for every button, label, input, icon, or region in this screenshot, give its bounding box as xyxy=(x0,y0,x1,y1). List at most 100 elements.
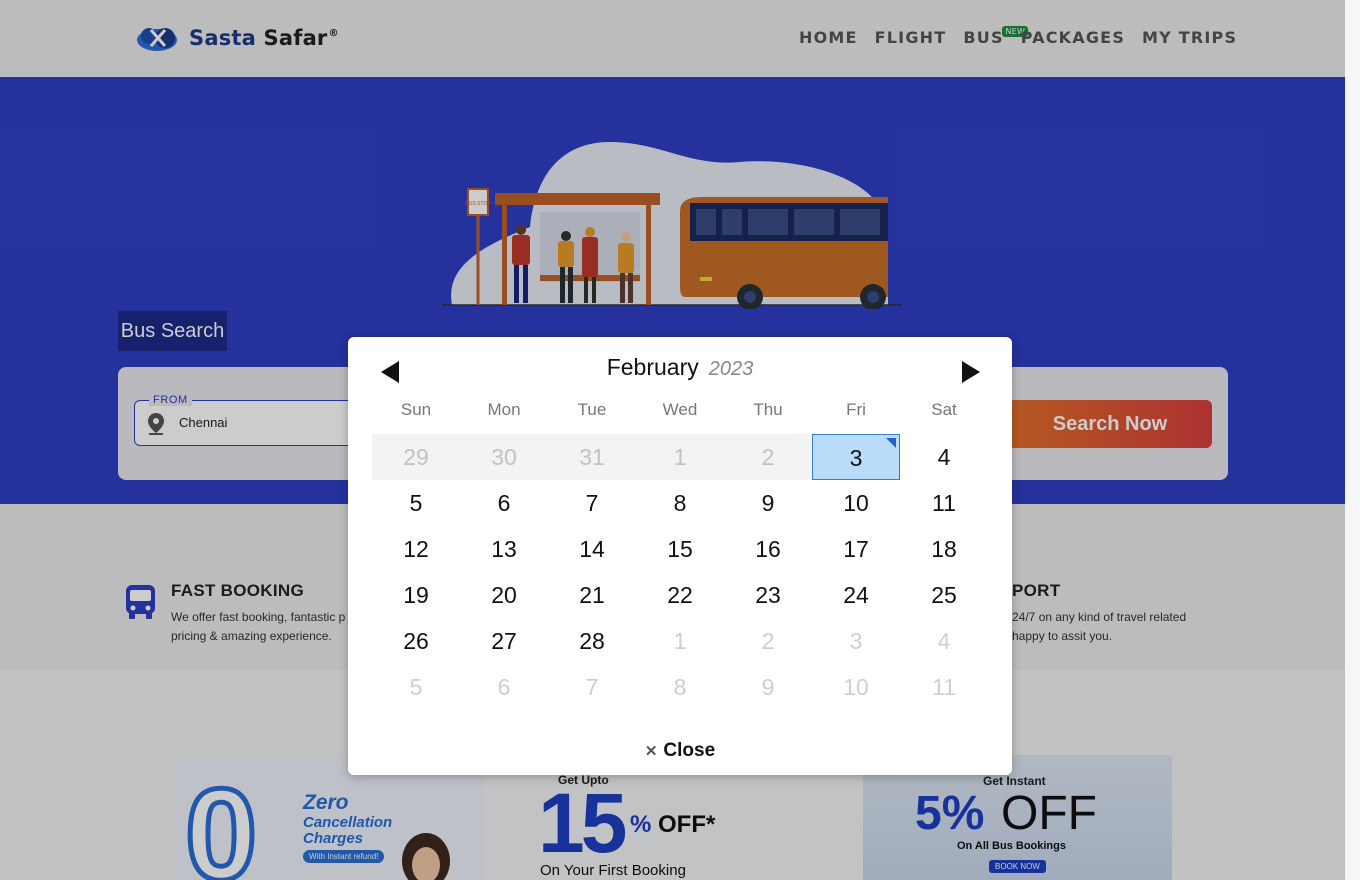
calendar-day-number: 7 xyxy=(585,490,599,516)
calendar-day[interactable]: 22 xyxy=(636,572,724,618)
calendar-day[interactable]: 23 xyxy=(724,572,812,618)
calendar-day-number: 4 xyxy=(937,628,951,654)
calendar-day-selected[interactable]: 3 xyxy=(812,434,900,480)
calendar-day[interactable]: 9 xyxy=(724,664,812,710)
calendar-day[interactable]: 3 xyxy=(812,618,900,664)
calendar-day[interactable]: 21 xyxy=(548,572,636,618)
calendar-day-number: 26 xyxy=(403,628,429,654)
calendar-day-number: 6 xyxy=(497,674,511,700)
calendar-day[interactable]: 18 xyxy=(900,526,988,572)
calendar-day-number: 10 xyxy=(843,674,869,700)
calendar-grid: 29 30 31 1 2 3 4 5 6 7 8 9 10 11 12 13 14 15 16 17 18 19 20 21 2… xyxy=(372,434,988,710)
calendar-day-number: 25 xyxy=(931,582,957,608)
calendar-day-number: 19 xyxy=(403,582,429,608)
calendar-day-number: 27 xyxy=(491,628,517,654)
calendar-day[interactable]: 4 xyxy=(900,618,988,664)
calendar-day-number: 15 xyxy=(667,536,693,562)
calendar-day-number: 5 xyxy=(409,490,423,516)
weekday-label: Mon xyxy=(487,400,521,419)
calendar-day-number: 30 xyxy=(491,444,517,470)
weekday-header: Sun Mon Tue Wed Thu Fri Sat xyxy=(372,400,988,420)
calendar-day[interactable]: 1 xyxy=(636,618,724,664)
calendar-day[interactable]: 6 xyxy=(460,664,548,710)
calendar-day[interactable]: 10 xyxy=(812,664,900,710)
calendar-day[interactable]: 13 xyxy=(460,526,548,572)
close-icon: ✕ xyxy=(644,743,658,760)
calendar-day-number: 18 xyxy=(931,536,957,562)
calendar-day-number: 11 xyxy=(932,490,956,516)
calendar-day: 31 xyxy=(548,434,636,480)
calendar-day-number: 8 xyxy=(673,674,687,700)
calendar-week: 29 30 31 1 2 3 4 xyxy=(372,434,988,480)
calendar-day[interactable]: 24 xyxy=(812,572,900,618)
calendar-day[interactable]: 2 xyxy=(724,618,812,664)
calendar-day-number: 9 xyxy=(761,674,775,700)
calendar-day-number: 11 xyxy=(932,674,956,700)
calendar-week: 5 6 7 8 9 10 11 xyxy=(372,664,988,710)
calendar-day[interactable]: 15 xyxy=(636,526,724,572)
calendar-day-number: 2 xyxy=(761,444,775,470)
calendar-day[interactable]: 7 xyxy=(548,480,636,526)
calendar-day-number: 5 xyxy=(409,674,423,700)
calendar-day-number: 4 xyxy=(937,444,951,470)
calendar-title: February 2023 xyxy=(348,354,1012,381)
calendar-day-number: 12 xyxy=(403,536,429,562)
close-button[interactable]: ✕ Close xyxy=(348,740,1012,762)
calendar-day-number: 14 xyxy=(579,536,605,562)
datepicker-modal: February 2023 Sun Mon Tue Wed Thu Fri Sat 29 30 3… xyxy=(348,337,1012,775)
calendar-day-number: 31 xyxy=(579,444,605,470)
calendar-day-number: 28 xyxy=(579,628,605,654)
calendar-day-number: 1 xyxy=(673,628,687,654)
calendar-day[interactable]: 11 xyxy=(900,480,988,526)
calendar-day[interactable]: 25 xyxy=(900,572,988,618)
weekday-label: Sun xyxy=(400,400,432,419)
calendar-day[interactable]: 6 xyxy=(460,480,548,526)
weekday-label: Thu xyxy=(753,400,783,419)
calendar-year: 2023 xyxy=(708,358,754,380)
calendar-week: 12 13 14 15 16 17 18 xyxy=(372,526,988,572)
calendar-day[interactable]: 8 xyxy=(636,480,724,526)
calendar-day-number: 29 xyxy=(403,444,429,470)
calendar-day: 2 xyxy=(724,434,812,480)
weekday-label: Wed xyxy=(662,400,698,419)
calendar-day[interactable]: 28 xyxy=(548,618,636,664)
calendar-day[interactable]: 12 xyxy=(372,526,460,572)
calendar-day[interactable]: 10 xyxy=(812,480,900,526)
calendar-day[interactable]: 27 xyxy=(460,618,548,664)
calendar-day[interactable]: 11 xyxy=(900,664,988,710)
weekday-label: Sat xyxy=(931,400,957,419)
calendar-day-number: 9 xyxy=(761,490,775,516)
calendar-day[interactable]: 17 xyxy=(812,526,900,572)
calendar-day[interactable]: 5 xyxy=(372,480,460,526)
today-marker-icon xyxy=(886,438,896,448)
calendar-day-number: 13 xyxy=(491,536,517,562)
calendar-day[interactable]: 16 xyxy=(724,526,812,572)
calendar-day-number: 3 xyxy=(849,628,863,654)
calendar-day-number: 17 xyxy=(843,536,869,562)
calendar-day[interactable]: 5 xyxy=(372,664,460,710)
calendar-day[interactable]: 20 xyxy=(460,572,548,618)
page-scrollbar[interactable] xyxy=(1345,0,1360,880)
calendar-day[interactable]: 8 xyxy=(636,664,724,710)
calendar-day-number: 7 xyxy=(585,674,599,700)
calendar-day[interactable]: 7 xyxy=(548,664,636,710)
calendar-day-number: 24 xyxy=(843,582,869,608)
calendar-day-number: 22 xyxy=(667,582,693,608)
calendar-day-number: 23 xyxy=(755,582,781,608)
calendar-day[interactable]: 14 xyxy=(548,526,636,572)
calendar-day[interactable]: 9 xyxy=(724,480,812,526)
calendar-day[interactable]: 26 xyxy=(372,618,460,664)
calendar-day-number: 2 xyxy=(761,628,775,654)
calendar-day: 29 xyxy=(372,434,460,480)
calendar-day-number: 8 xyxy=(673,490,687,516)
calendar-day-number: 1 xyxy=(673,444,687,470)
calendar-day-number: 3 xyxy=(849,445,863,471)
calendar-day-number: 6 xyxy=(497,490,511,516)
calendar-week: 19 20 21 22 23 24 25 xyxy=(372,572,988,618)
calendar-day[interactable]: 19 xyxy=(372,572,460,618)
calendar-day-number: 20 xyxy=(491,582,517,608)
calendar-week: 26 27 28 1 2 3 4 xyxy=(372,618,988,664)
calendar-day-number: 21 xyxy=(579,582,605,608)
calendar-day[interactable]: 4 xyxy=(900,434,988,480)
calendar-month: February xyxy=(606,354,699,380)
